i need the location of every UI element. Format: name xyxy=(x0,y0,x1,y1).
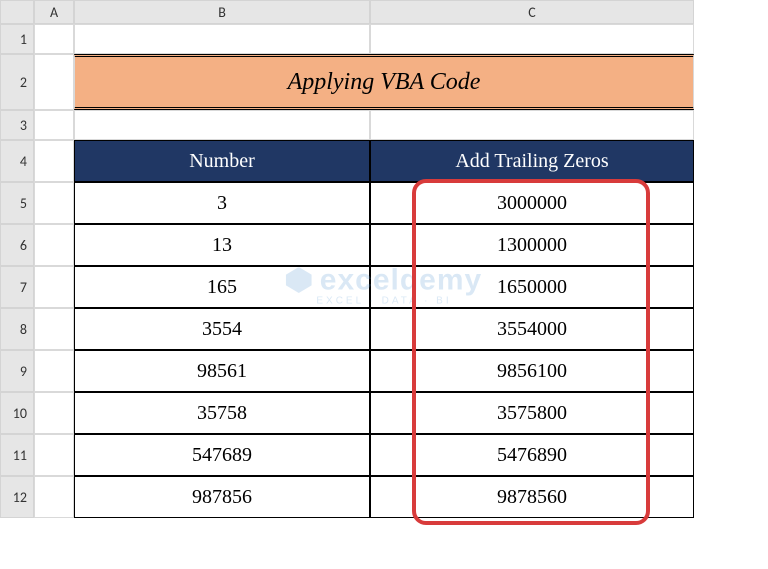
cell-B6[interactable]: 13 xyxy=(74,224,370,266)
cell-C5[interactable]: 3000000 xyxy=(370,182,694,224)
title-cell[interactable]: Applying VBA Code xyxy=(74,54,694,110)
cell-A9[interactable] xyxy=(34,350,74,392)
row-header-10[interactable]: 10 xyxy=(0,392,34,434)
cell-C8[interactable]: 3554000 xyxy=(370,308,694,350)
cell-A6[interactable] xyxy=(34,224,74,266)
row-header-1[interactable]: 1 xyxy=(0,24,34,54)
cell-A10[interactable] xyxy=(34,392,74,434)
cell-A5[interactable] xyxy=(34,182,74,224)
cell-C7[interactable]: 1650000 xyxy=(370,266,694,308)
cell-C6[interactable]: 1300000 xyxy=(370,224,694,266)
row-header-8[interactable]: 8 xyxy=(0,308,34,350)
col-header-A[interactable]: A xyxy=(34,0,74,24)
row-header-5[interactable]: 5 xyxy=(0,182,34,224)
row-header-11[interactable]: 11 xyxy=(0,434,34,476)
cell-A2[interactable] xyxy=(34,54,74,110)
col-header-B[interactable]: B xyxy=(74,0,370,24)
cell-C9[interactable]: 9856100 xyxy=(370,350,694,392)
cell-B9[interactable]: 98561 xyxy=(74,350,370,392)
col-header-C[interactable]: C xyxy=(370,0,694,24)
cell-C3[interactable] xyxy=(370,110,694,140)
cell-A11[interactable] xyxy=(34,434,74,476)
row-header-4[interactable]: 4 xyxy=(0,140,34,182)
row-header-12[interactable]: 12 xyxy=(0,476,34,518)
cell-B8[interactable]: 3554 xyxy=(74,308,370,350)
spreadsheet-grid: A B C 1 2 3 4 5 6 7 8 9 10 11 12 Applyin… xyxy=(0,0,768,518)
cell-B11[interactable]: 547689 xyxy=(74,434,370,476)
cell-A3[interactable] xyxy=(34,110,74,140)
cell-C1[interactable] xyxy=(370,24,694,54)
row-header-2[interactable]: 2 xyxy=(0,54,34,110)
cell-B1[interactable] xyxy=(74,24,370,54)
row-header-9[interactable]: 9 xyxy=(0,350,34,392)
row-header-7[interactable]: 7 xyxy=(0,266,34,308)
table-header-number[interactable]: Number xyxy=(74,140,370,182)
cell-B7[interactable]: 165 xyxy=(74,266,370,308)
cell-B12[interactable]: 987856 xyxy=(74,476,370,518)
cell-B5[interactable]: 3 xyxy=(74,182,370,224)
cell-C11[interactable]: 5476890 xyxy=(370,434,694,476)
cell-C10[interactable]: 3575800 xyxy=(370,392,694,434)
cell-A8[interactable] xyxy=(34,308,74,350)
cell-B3[interactable] xyxy=(74,110,370,140)
row-header-3[interactable]: 3 xyxy=(0,110,34,140)
select-all-corner[interactable] xyxy=(0,0,34,24)
cell-A12[interactable] xyxy=(34,476,74,518)
cell-A4[interactable] xyxy=(34,140,74,182)
table-header-trailing[interactable]: Add Trailing Zeros xyxy=(370,140,694,182)
cell-B10[interactable]: 35758 xyxy=(74,392,370,434)
cell-C12[interactable]: 9878560 xyxy=(370,476,694,518)
cell-A7[interactable] xyxy=(34,266,74,308)
cell-A1[interactable] xyxy=(34,24,74,54)
row-header-6[interactable]: 6 xyxy=(0,224,34,266)
